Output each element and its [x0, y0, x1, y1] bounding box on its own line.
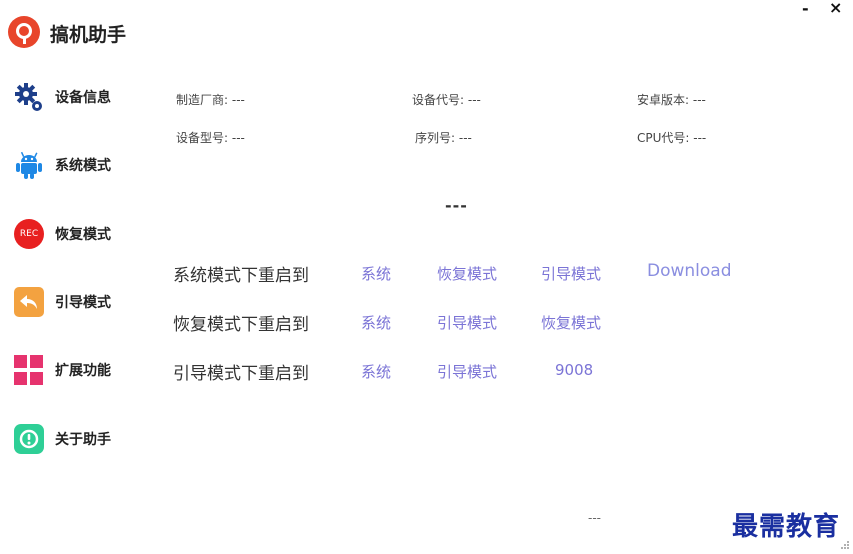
system-mode-reboot-label: 系统模式下重启到: [173, 266, 309, 286]
system-reboot-to-recovery-link[interactable]: 恢复模式: [437, 263, 497, 284]
system-reboot-to-system-link[interactable]: 系统: [361, 263, 391, 284]
recovery-reboot-to-system-link[interactable]: 系统: [361, 312, 391, 333]
minimize-button[interactable]: -: [802, 1, 809, 17]
recovery-reboot-to-recovery-link[interactable]: 恢复模式: [541, 312, 601, 333]
rec-icon: REC: [14, 219, 44, 249]
serial-number-label: 序列号: ---: [415, 131, 472, 145]
bootloader-reboot-to-system-link[interactable]: 系统: [361, 361, 391, 382]
manufacturer-label: 制造厂商: ---: [176, 93, 245, 107]
info-icon: [14, 424, 44, 454]
recovery-reboot-to-bootloader-link[interactable]: 引导模式: [437, 312, 497, 333]
close-button[interactable]: ×: [829, 0, 842, 16]
resize-grip-icon[interactable]: [840, 540, 850, 550]
sidebar-item-label: 恢复模式: [55, 227, 111, 243]
app-logo-icon: [8, 16, 40, 48]
connection-status: ---: [445, 196, 468, 215]
app-title: 搞机助手: [50, 24, 127, 46]
device-model-label: 设备型号: ---: [176, 131, 245, 145]
sidebar-item-extensions[interactable]: 扩展功能: [14, 354, 111, 386]
sidebar-item-label: 引导模式: [55, 295, 111, 311]
sidebar-item-label: 扩展功能: [55, 363, 111, 379]
footer-status: ---: [588, 511, 601, 525]
sidebar-item-device-info[interactable]: 设备信息: [14, 81, 111, 113]
android-version-label: 安卓版本: ---: [637, 93, 706, 107]
device-code-label: 设备代号: ---: [412, 93, 481, 107]
sidebar-item-recovery-mode[interactable]: REC 恢复模式: [14, 218, 111, 250]
bootloader-mode-reboot-label: 引导模式下重启到: [173, 364, 309, 384]
bootloader-reboot-to-9008-link[interactable]: 9008: [555, 361, 593, 379]
sidebar-item-label: 关于助手: [55, 432, 111, 448]
gear-icon: [14, 82, 44, 112]
system-reboot-to-bootloader-link[interactable]: 引导模式: [541, 263, 601, 284]
bootloader-reboot-to-bootloader-link[interactable]: 引导模式: [437, 361, 497, 382]
recovery-mode-reboot-label: 恢复模式下重启到: [173, 315, 309, 335]
sidebar-item-label: 设备信息: [55, 90, 111, 106]
watermark: 最需教育: [732, 512, 841, 542]
sidebar-item-about[interactable]: 关于助手: [14, 423, 111, 455]
sidebar-item-system-mode[interactable]: 系统模式: [14, 149, 111, 181]
sidebar-item-bootloader-mode[interactable]: 引导模式: [14, 286, 111, 318]
sidebar-item-label: 系统模式: [55, 158, 111, 174]
back-arrow-icon: [14, 287, 44, 317]
grid-icon: [14, 355, 44, 385]
system-reboot-to-download-link[interactable]: Download: [647, 261, 732, 281]
android-icon: [14, 150, 44, 180]
cpu-code-label: CPU代号: ---: [637, 131, 707, 145]
